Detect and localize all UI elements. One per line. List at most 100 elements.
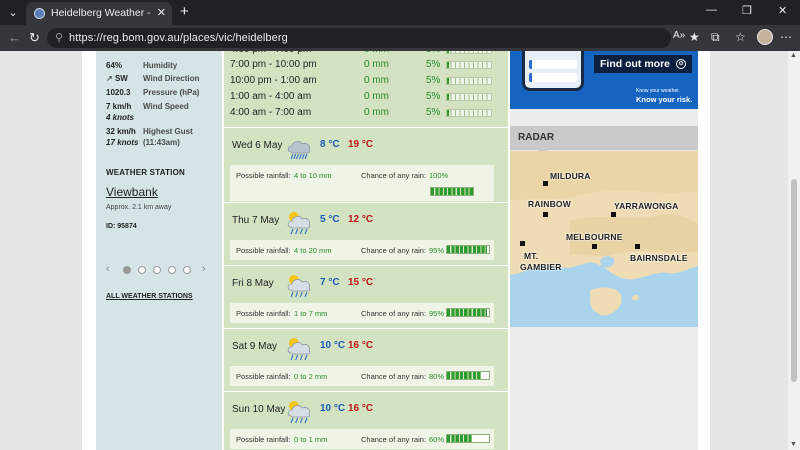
chance-of-rain-fill [447,309,487,316]
hourly-chance-bar [446,61,492,69]
possible-rainfall-label: Possible rainfall: [236,309,291,318]
day-name: Thu 7 May [232,215,280,226]
hourly-forecast-row: 1:00 am - 4:00 am 0 mm 5% [224,91,508,107]
gust-label: Highest Gust [143,127,193,136]
sidebar-right: Find out more ⊙ Know your weather. Know … [510,51,698,450]
hourly-chance-bar [446,77,492,85]
collections-icon[interactable]: ☆ [735,30,746,44]
hourly-forecast-row: 4:00 am - 7:00 am 0 mm 5% [224,107,508,123]
gust-value: 32 km/h [106,127,136,136]
pager-next-button[interactable]: › [202,263,206,275]
hourly-chance-fill [447,78,450,84]
new-tab-button[interactable]: + [180,3,189,20]
chance-of-rain-fill [447,246,487,253]
hourly-time: 1:00 am - 4:00 am [230,91,312,102]
pager-prev-button[interactable]: ‹ [106,263,110,275]
map-label-yarrawonga: YARRAWONGA [614,201,679,211]
day-name: Sun 10 May [232,404,286,415]
back-button[interactable]: ← [8,30,21,45]
wind-speed-label: Wind Speed [143,102,189,111]
pager-dot-4[interactable] [168,266,176,274]
chance-of-rain-label: Chance of any rain: [361,246,427,255]
url-omnibox[interactable]: ⚲ https://reg.bom.gov.au/places/vic/heid… [47,28,671,48]
reload-button[interactable]: ↻ [29,30,40,46]
chance-of-rain-value: 95% [429,246,445,255]
map-label-rainbow: RAINBOW [528,199,571,209]
ad-tagline-2: Know your risk. [636,95,693,104]
browser-address-bar: ← ↻ ⚲ https://reg.bom.gov.au/places/vic/… [0,25,800,51]
map-label-bairnsdale: BAIRNSDALE [630,253,688,263]
hourly-rain-amount: 0 mm [364,75,389,86]
humidity-label: Humidity [143,61,178,70]
hourly-chance-bar [446,51,492,54]
rain-summary: Possible rainfall: 1 to 7 mm Chance of any… [230,303,494,323]
max-temperature: 16 °C [348,403,374,414]
hourly-rain-amount: 0 mm [364,51,389,55]
wind-direction-value: ↗ SW [106,74,140,83]
maximize-button[interactable]: ❐ [742,4,752,17]
observations-panel: 64% Humidity ↗ SW Wind Direction 1020.3 … [96,51,222,450]
hourly-chance-fill [447,110,450,116]
pager-dot-5[interactable] [183,266,191,274]
tab-close-icon[interactable]: ✕ [157,6,166,19]
map-label-mt: MT. [524,251,539,261]
window-close-button[interactable]: ✕ [778,4,787,17]
possible-rainfall-value: 4 to 20 mm [294,246,332,255]
forecast-panel: 4:00 pm - 7:00 pm 0 mm 5% 7:00 pm - 10:00 p… [224,51,508,450]
scroll-down-arrow-icon[interactable]: ▼ [790,441,797,448]
map-label-gambier: GAMBIER [520,262,562,272]
profile-avatar[interactable] [757,29,773,45]
rain-summary: Possible rainfall: 4 to 10 mm Chance of an… [230,165,494,201]
pager-dot-2[interactable] [138,266,146,274]
hourly-rain-amount: 0 mm [364,59,389,70]
possible-rainfall-label: Possible rainfall: [236,171,291,180]
know-your-weather-ad[interactable]: Find out more ⊙ Know your weather. Know … [510,51,698,109]
hourly-time: 4:00 pm - 7:00 pm [230,51,311,55]
hourly-rain-chance: 5% [426,59,441,70]
hourly-time: 4:00 am - 7:00 am [230,107,312,118]
pager-dot-3[interactable] [153,266,161,274]
url-text[interactable]: https://reg.bom.gov.au/places/vic/heidel… [69,32,288,44]
browser-menu-icon[interactable]: ⋯ [780,30,792,44]
favorite-star-icon[interactable]: ★ [689,30,700,44]
extensions-icon[interactable]: ⧉ [711,30,720,45]
radar-map[interactable]: MILDURA RAINBOW YARRAWONGA MELBOURNE MT.… [510,151,698,327]
phone-illustration [522,51,584,91]
chance-of-rain-value: 60% [429,435,445,444]
wind-speed-value: 7 km/h [106,102,132,111]
pager-dot-1[interactable] [123,266,131,274]
chance-of-rain-bar [446,371,490,380]
site-info-icon[interactable]: ⚲ [55,31,63,44]
find-out-more-button[interactable]: Find out more ⊙ [594,55,692,73]
station-name-link[interactable]: Viewbank [106,185,158,199]
gust-knots: 17 knots [106,138,139,147]
mt-gambier-marker [520,241,525,246]
heavy-rain-icon [284,132,314,162]
page-content: 64% Humidity ↗ SW Wind Direction 1020.3 … [82,51,710,450]
daily-forecast: Fri 8 May 7 °C 15 °C Possible rainfall: 1 to… [224,265,508,328]
min-temperature: 10 °C [320,340,346,351]
page-scrollbar[interactable]: ▲ ▼ [788,51,800,450]
possible-rainfall-value: 1 to 7 mm [294,309,328,318]
browser-tab[interactable]: Heidelberg Weather - Bureau of M ✕ [26,2,172,25]
hourly-time: 7:00 pm - 10:00 pm [230,59,317,70]
map-label-melbourne: MELBOURNE [566,232,623,242]
max-temperature: 12 °C [348,214,374,225]
chance-of-rain-label: Chance of any rain: [361,309,427,318]
chance-of-rain-label: Chance of any rain: [361,372,427,381]
scroll-up-arrow-icon[interactable]: ▲ [790,52,797,59]
all-weather-stations-link[interactable]: ALL WEATHER STATIONS [106,293,193,300]
read-aloud-icon[interactable]: A» [673,30,685,41]
wind-speed-knots: 4 knots [106,113,135,122]
gust-time: (11:43am) [143,138,180,147]
wind-direction-label: Wind Direction [143,74,200,83]
minimize-button[interactable]: — [706,4,717,16]
scrollbar-thumb[interactable] [791,179,797,382]
chance-of-rain-value: 95% [429,309,445,318]
showers-icon [284,333,314,363]
daily-forecast: Thu 7 May 5 °C 12 °C Possible rainfall: 4 to… [224,202,508,265]
chance-of-rain-bar [446,245,490,254]
hourly-rain-chance: 5% [426,107,441,118]
tab-list-button[interactable]: ⌄ [4,4,22,22]
chance-of-rain-bar [446,308,490,317]
